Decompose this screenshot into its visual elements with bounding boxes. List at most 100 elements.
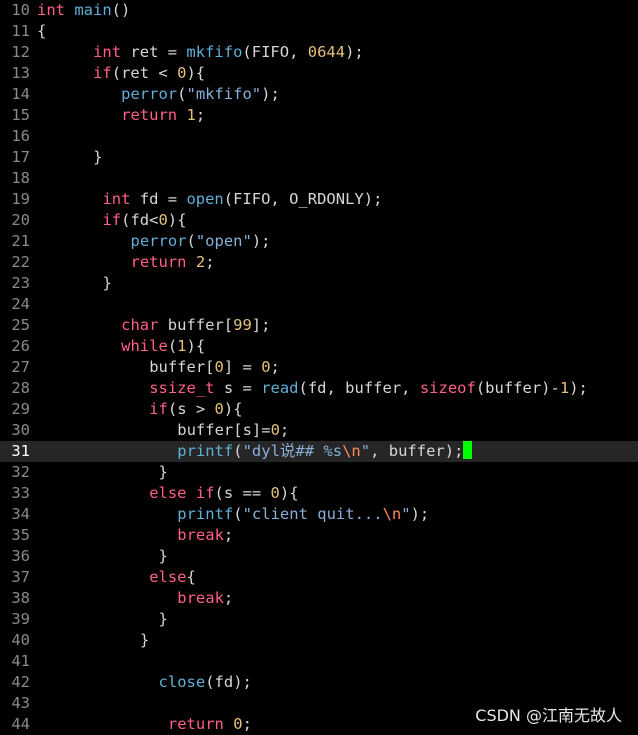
code-token: s = <box>214 379 262 397</box>
code-line-20[interactable]: 20 if(fd<0){ <box>0 210 638 231</box>
code-token: ; <box>205 253 215 271</box>
code-token: ){ <box>186 64 206 82</box>
code-line-34[interactable]: 34 printf("client quit...\n"); <box>0 504 638 525</box>
code-line-26[interactable]: 26 while(1){ <box>0 336 638 357</box>
code-line-14[interactable]: 14 perror("mkfifo"); <box>0 84 638 105</box>
code-token: ){ <box>279 484 299 502</box>
line-number: 40 <box>11 631 30 649</box>
code-line-27[interactable]: 27 buffer[0] = 0; <box>0 357 638 378</box>
code-token: (FIFO, O_RDONLY); <box>223 190 383 208</box>
code-token: perror <box>121 85 178 103</box>
code-line-37[interactable]: 37 else{ <box>0 567 638 588</box>
line-number: 11 <box>11 22 30 40</box>
code-line-22[interactable]: 22 return 2; <box>0 252 638 273</box>
code-line-29[interactable]: 29 if(s > 0){ <box>0 399 638 420</box>
code-line-25[interactable]: 25 char buffer[99]; <box>0 315 638 336</box>
code-token: 0 <box>214 358 224 376</box>
code-text: int ret = mkfifo(FIFO, 0644); <box>93 42 364 63</box>
code-token: ]; <box>251 316 271 334</box>
code-line-35[interactable]: 35 break; <box>0 525 638 546</box>
line-number: 21 <box>11 232 30 250</box>
code-text: else{ <box>149 567 196 588</box>
code-line-28[interactable]: 28 ssize_t s = read(fd, buffer, sizeof(bu… <box>0 378 638 399</box>
code-token: 1 <box>559 379 570 397</box>
code-token: (fd, buffer, <box>298 379 420 397</box>
code-line-33[interactable]: 33 else if(s == 0){ <box>0 483 638 504</box>
code-line-31[interactable]: 31 printf("dyl说## %s\n", buffer); <box>0 441 638 462</box>
code-text: else if(s == 0){ <box>149 483 298 504</box>
code-token: 0 <box>214 400 224 418</box>
code-token: ( <box>167 337 178 355</box>
line-number: 20 <box>11 211 30 229</box>
code-token: printf <box>177 505 234 523</box>
code-line-32[interactable]: 32} <box>0 462 638 483</box>
code-text: if(fd<0){ <box>102 210 186 231</box>
code-line-18[interactable]: 18 <box>0 168 638 189</box>
code-token: { <box>186 568 196 586</box>
code-token: " <box>401 505 411 523</box>
code-token: int <box>37 1 65 19</box>
code-text: return 0; <box>168 714 252 735</box>
code-token: if <box>195 484 215 502</box>
line-number: 37 <box>11 568 30 586</box>
code-line-12[interactable]: 12 int ret = mkfifo(FIFO, 0644); <box>0 42 638 63</box>
code-line-17[interactable]: 17} <box>0 147 638 168</box>
code-line-42[interactable]: 42 close(fd); <box>0 672 638 693</box>
code-token: ){ <box>167 211 187 229</box>
line-number: 30 <box>11 421 30 439</box>
line-number: 39 <box>11 610 30 628</box>
code-token: (FIFO, <box>242 43 308 61</box>
code-line-23[interactable]: 23} <box>0 273 638 294</box>
line-number: 10 <box>11 1 30 19</box>
code-token: return <box>121 106 178 124</box>
line-number: 41 <box>11 652 30 670</box>
code-line-36[interactable]: 36} <box>0 546 638 567</box>
code-token: break <box>177 526 224 544</box>
line-number: 12 <box>11 43 30 61</box>
code-token: ret = <box>121 43 187 61</box>
code-line-41[interactable]: 41 <box>0 651 638 672</box>
code-line-40[interactable]: 40} <box>0 630 638 651</box>
code-line-21[interactable]: 21 perror("open"); <box>0 231 638 252</box>
code-line-24[interactable]: 24 <box>0 294 638 315</box>
code-token: 1 <box>177 337 187 355</box>
code-line-30[interactable]: 30 buffer[s]=0; <box>0 420 638 441</box>
line-number: 26 <box>11 337 30 355</box>
code-token: " <box>360 442 371 460</box>
code-line-19[interactable]: 19 int fd = open(FIFO, O_RDONLY); <box>0 189 638 210</box>
code-token: 0644 <box>307 43 346 61</box>
code-token: } <box>158 547 168 565</box>
code-text: break; <box>177 525 233 546</box>
code-token: { <box>37 22 47 40</box>
line-number: 34 <box>11 505 30 523</box>
code-token: buffer[ <box>158 316 234 334</box>
code-token: ; <box>242 715 252 733</box>
code-token: 99 <box>233 316 252 334</box>
code-token: else <box>149 484 187 502</box>
code-token: } <box>158 463 168 481</box>
code-line-10[interactable]: 10 int main() <box>0 0 638 21</box>
line-number: 14 <box>11 85 30 103</box>
code-line-15[interactable]: 15 return 1; <box>0 105 638 126</box>
code-line-13[interactable]: 13 if(ret < 0){ <box>0 63 638 84</box>
code-line-16[interactable]: 16 <box>0 126 638 147</box>
code-token: int <box>102 190 131 208</box>
code-token: (s > <box>167 400 215 418</box>
code-token: 0 <box>270 484 280 502</box>
code-token: if <box>102 211 122 229</box>
code-token: ){ <box>223 400 243 418</box>
code-line-38[interactable]: 38 break; <box>0 588 638 609</box>
code-text: close(fd); <box>159 672 252 693</box>
code-line-39[interactable]: 39} <box>0 609 638 630</box>
line-number: 43 <box>11 694 30 712</box>
code-text: perror("open"); <box>131 231 271 252</box>
code-token: printf <box>177 442 234 460</box>
line-number: 32 <box>11 463 30 481</box>
code-editor[interactable]: 10 int main() 11{12 int ret = mkfifo(FIFO, … <box>0 0 638 734</box>
line-number: 33 <box>11 484 30 502</box>
code-line-11[interactable]: 11 { <box>0 21 638 42</box>
code-text: break; <box>177 588 233 609</box>
